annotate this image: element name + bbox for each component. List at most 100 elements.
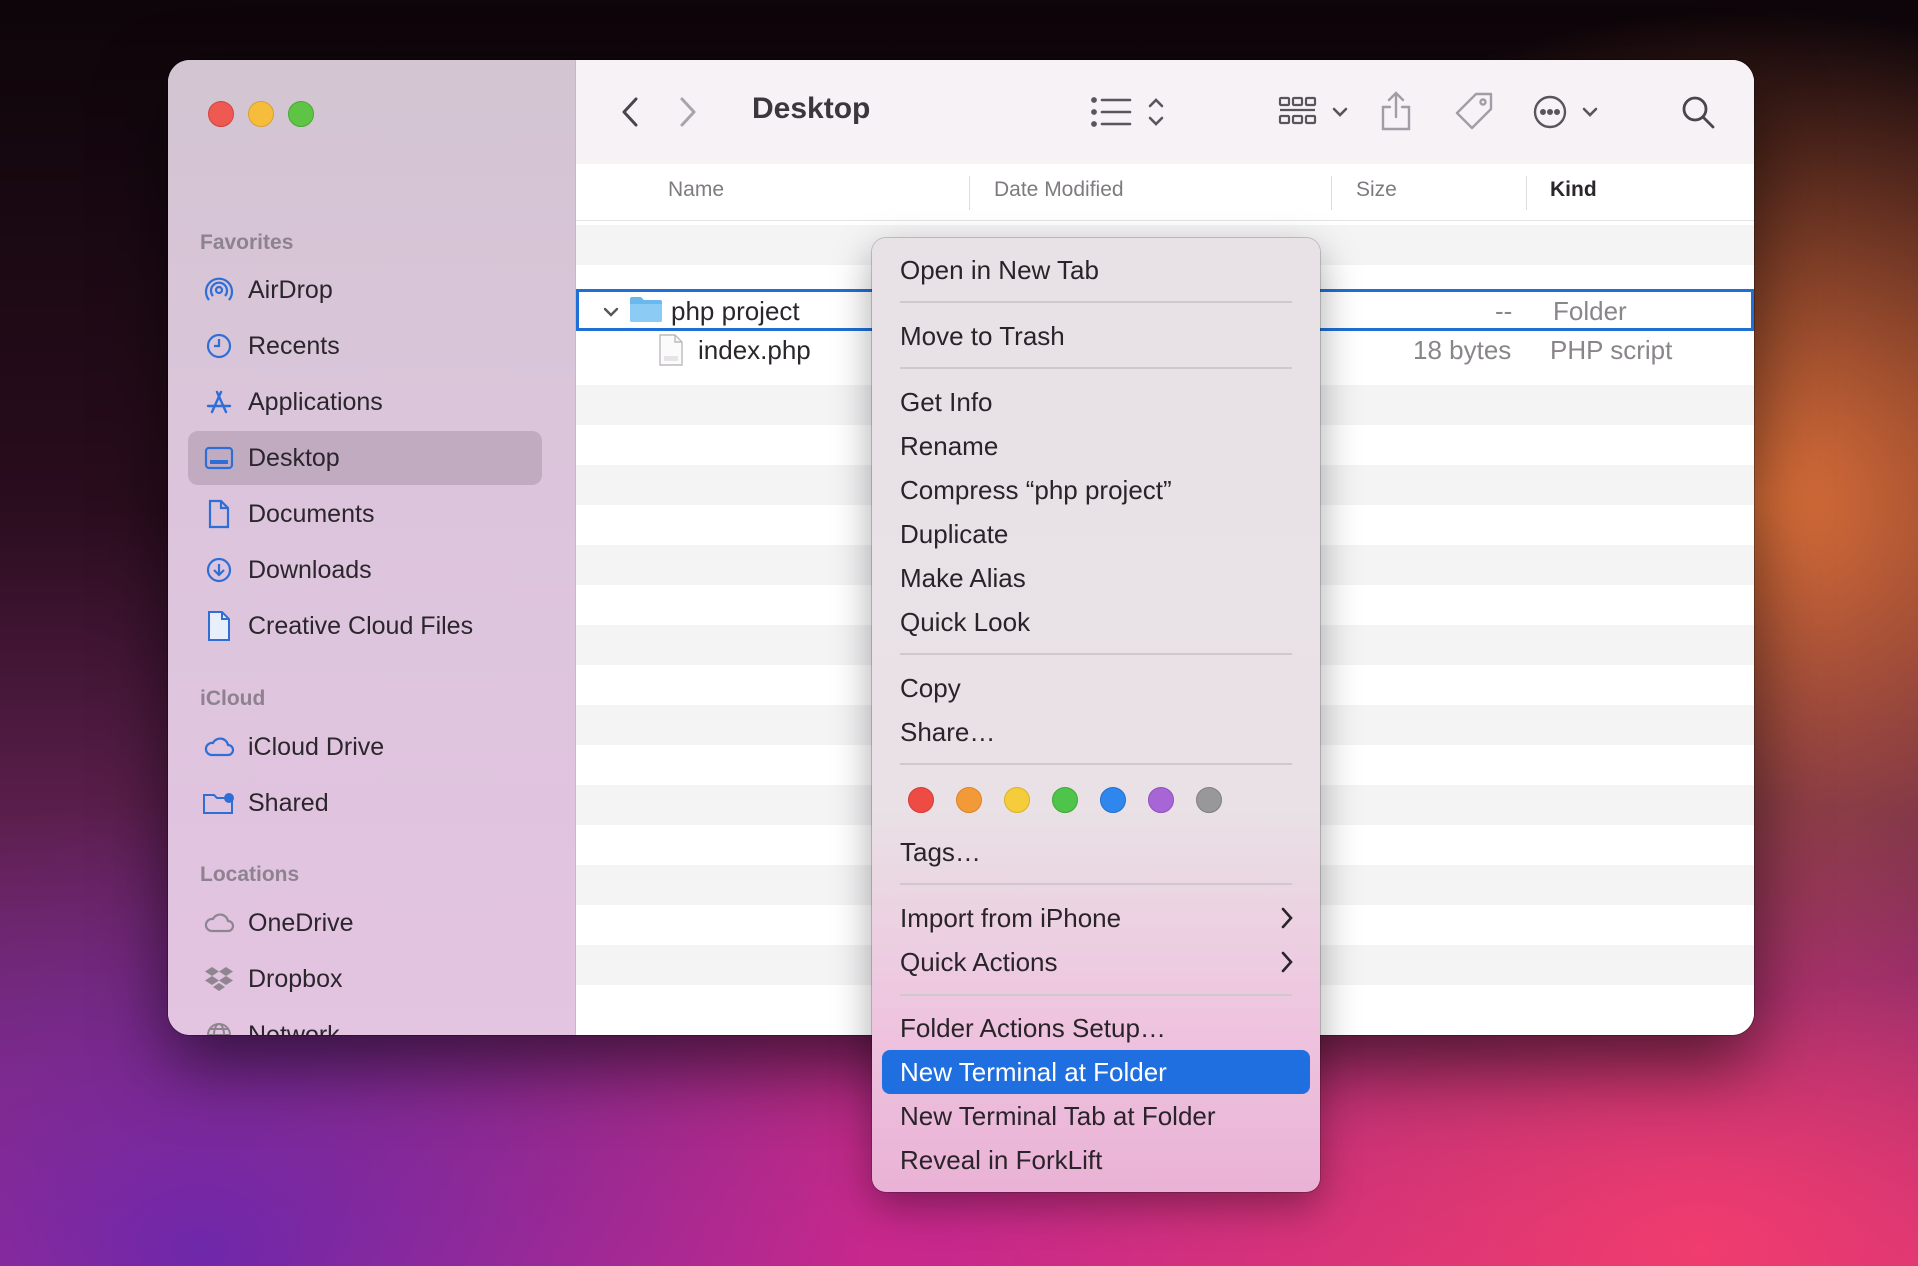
menu-item-copy[interactable]: Copy — [882, 666, 1310, 710]
dropbox-icon — [202, 962, 236, 996]
file-name: index.php — [698, 335, 811, 365]
file-kind: PHP script — [1550, 335, 1673, 365]
desktop-icon — [202, 441, 236, 475]
sidebar-item-applications[interactable]: Applications — [188, 375, 542, 429]
sidebar-item-label: OneDrive — [248, 908, 354, 937]
menu-item-duplicate[interactable]: Duplicate — [882, 512, 1310, 556]
window-title: Desktop — [752, 92, 871, 125]
view-list-button[interactable] — [1088, 88, 1172, 136]
column-divider[interactable] — [1526, 176, 1527, 210]
share-button[interactable] — [1374, 86, 1418, 136]
sidebar-item-label: Desktop — [248, 443, 340, 472]
favorites-header: Favorites — [200, 231, 294, 254]
ellipsis-circle-icon — [1533, 95, 1598, 129]
forward-button[interactable] — [668, 90, 708, 134]
sidebar-item-label: Documents — [248, 499, 375, 528]
shared-folder-icon — [202, 786, 236, 820]
menu-item-new-terminal[interactable]: New Terminal at Folder — [882, 1050, 1310, 1094]
menu-item-quick-actions[interactable]: Quick Actions — [882, 940, 1310, 984]
menu-item-share[interactable]: Share… — [882, 710, 1310, 754]
tag-yellow[interactable] — [1004, 787, 1030, 813]
menu-item-new-terminal-tab[interactable]: New Terminal Tab at Folder — [882, 1094, 1310, 1138]
disclosure-triangle[interactable] — [601, 298, 621, 329]
sidebar-item-label: Creative Cloud Files — [248, 611, 474, 640]
menu-item-reveal-forklift[interactable]: Reveal in ForkLift — [882, 1138, 1310, 1182]
tag-red[interactable] — [908, 787, 934, 813]
menu-item-open-new-tab[interactable]: Open in New Tab — [882, 248, 1310, 292]
column-header: Name Date Modified Size Kind — [576, 164, 1754, 221]
file-name: php project — [671, 296, 800, 326]
applications-icon — [202, 385, 236, 419]
menu-item-label: Import from iPhone — [900, 902, 1122, 933]
list-view-icon — [1091, 97, 1164, 127]
close-button[interactable] — [208, 101, 234, 127]
column-name[interactable]: Name — [668, 178, 724, 202]
globe-icon — [202, 1018, 236, 1035]
clock-icon — [202, 329, 236, 363]
tag-button[interactable] — [1452, 86, 1496, 136]
icloud-header: iCloud — [200, 687, 266, 710]
sidebar-item-label: Downloads — [248, 555, 372, 584]
sidebar-item-onedrive[interactable]: OneDrive — [188, 896, 542, 950]
file-size: 18 bytes — [1413, 335, 1512, 365]
sidebar-item-label: Applications — [248, 387, 383, 416]
menu-item-get-info[interactable]: Get Info — [882, 380, 1310, 424]
back-button[interactable] — [610, 90, 650, 134]
tag-gray[interactable] — [1196, 787, 1222, 813]
minimize-button[interactable] — [248, 101, 274, 127]
column-date-modified[interactable]: Date Modified — [994, 178, 1124, 202]
toolbar: Desktop — [576, 60, 1754, 165]
column-kind[interactable]: Kind — [1550, 178, 1597, 202]
cloud-icon — [202, 906, 236, 940]
group-button[interactable] — [1276, 88, 1360, 136]
sidebar-item-dropbox[interactable]: Dropbox — [188, 952, 542, 1006]
tag-green[interactable] — [1052, 787, 1078, 813]
sidebar-item-label: Network — [248, 1020, 340, 1036]
locations-header: Locations — [200, 863, 300, 886]
tag-purple[interactable] — [1148, 787, 1174, 813]
menu-item-compress[interactable]: Compress “php project” — [882, 468, 1310, 512]
column-size[interactable]: Size — [1356, 178, 1397, 202]
column-divider[interactable] — [969, 176, 970, 210]
tag-orange[interactable] — [956, 787, 982, 813]
menu-item-quick-look[interactable]: Quick Look — [882, 600, 1310, 644]
menu-item-make-alias[interactable]: Make Alias — [882, 556, 1310, 600]
menu-item-label: Quick Actions — [900, 946, 1058, 977]
file-icon — [202, 609, 236, 643]
file-size: -- — [1495, 296, 1513, 326]
search-icon — [1682, 96, 1715, 129]
menu-separator — [900, 367, 1292, 369]
sidebar-item-label: Shared — [248, 788, 329, 817]
menu-item-folder-actions[interactable]: Folder Actions Setup… — [882, 1006, 1310, 1050]
sidebar-item-downloads[interactable]: Downloads — [188, 543, 542, 597]
download-icon — [202, 553, 236, 587]
menu-item-tags[interactable]: Tags… — [882, 830, 1310, 874]
zoom-button[interactable] — [288, 101, 314, 127]
action-button[interactable] — [1530, 88, 1610, 136]
sidebar-item-recents[interactable]: Recents — [188, 319, 542, 373]
menu-item-rename[interactable]: Rename — [882, 424, 1310, 468]
airdrop-icon — [202, 273, 236, 307]
sidebar-item-label: Recents — [248, 331, 340, 360]
column-divider[interactable] — [1331, 176, 1332, 210]
sidebar-item-label: iCloud Drive — [248, 732, 385, 761]
sidebar-item-airdrop[interactable]: AirDrop — [188, 263, 542, 317]
menu-item-move-to-trash[interactable]: Move to Trash — [882, 314, 1310, 358]
share-icon — [1381, 91, 1411, 131]
document-icon — [202, 497, 236, 531]
sidebar-item-icloud-drive[interactable]: iCloud Drive — [188, 720, 542, 774]
sidebar-item-creative-cloud[interactable]: Creative Cloud Files — [188, 599, 542, 653]
cloud-icon — [202, 730, 236, 764]
chevron-right-icon — [680, 97, 696, 127]
sidebar-item-desktop[interactable]: Desktop — [188, 431, 542, 485]
search-button[interactable] — [1674, 88, 1722, 136]
menu-separator — [900, 994, 1292, 996]
chevron-right-icon — [1281, 907, 1293, 929]
tag-blue[interactable] — [1100, 787, 1126, 813]
php-file-icon — [658, 334, 684, 373]
menu-item-import-iphone[interactable]: Import from iPhone — [882, 896, 1310, 940]
sidebar: Favorites AirDrop Recents Applications D… — [168, 60, 576, 1035]
sidebar-item-shared[interactable]: Shared — [188, 776, 542, 830]
sidebar-item-network[interactable]: Network — [188, 1008, 542, 1035]
sidebar-item-documents[interactable]: Documents — [188, 487, 542, 541]
